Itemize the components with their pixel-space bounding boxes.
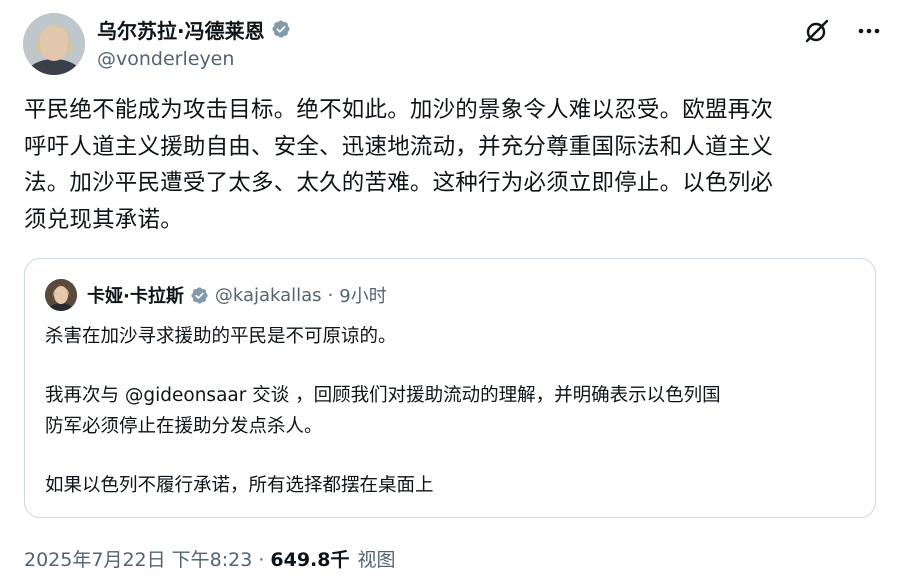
post-text-line: 呼吁人道主义援助自由、安全、迅速地流动，并充分尊重国际法和人道主义 xyxy=(24,133,774,160)
quoted-paragraph: 如果以色列不履行承诺，所有选择都摆在桌面上 xyxy=(45,475,434,496)
quoted-post-header: 卡娅·卡拉斯 @kajakallas · 9小时 xyxy=(45,279,387,311)
post-meta: 2025年7月22日 下午8:23 · 649.8千 视图 xyxy=(24,545,396,572)
verified-badge-icon xyxy=(272,20,290,38)
quoted-author-photo xyxy=(45,279,77,311)
quoted-author-avatar[interactable] xyxy=(45,279,77,311)
quoted-paragraph: 防军必须停止在援助分发点杀人。 xyxy=(45,416,323,437)
post: 乌尔苏拉·冯德莱恩 @vonderleyen 平民绝不能成为攻击目标。绝不如此。… xyxy=(0,0,908,584)
author-info: 乌尔苏拉·冯德莱恩 @vonderleyen xyxy=(97,16,291,70)
verified-badge-icon xyxy=(191,286,208,304)
post-text: 平民绝不能成为攻击目标。绝不如此。加沙的景象令人难以忍受。欧盟再次 呼吁人道主义… xyxy=(24,92,886,238)
post-actions xyxy=(802,16,884,46)
post-timestamp[interactable]: 2025年7月22日 下午8:23 xyxy=(24,545,252,572)
quoted-post-time[interactable]: 9小时 xyxy=(339,282,386,308)
quoted-paragraph: 我再次与 @gideonsaar 交谈 ，回顾我们对援助流动的理解，并明确表示以… xyxy=(45,385,721,406)
quoted-post[interactable]: 卡娅·卡拉斯 @kajakallas · 9小时 杀害在加沙寻求援助的平民是不可… xyxy=(24,258,876,518)
separator-dot: · xyxy=(258,549,265,571)
grok-button[interactable] xyxy=(802,16,832,46)
post-text-line: 法。加沙平民遭受了太多、太久的苦难。这种行为必须立即停止。以色列必 xyxy=(24,170,774,196)
author-avatar[interactable] xyxy=(23,13,85,75)
grok-icon xyxy=(805,19,829,43)
quoted-paragraph: 杀害在加沙寻求援助的平民是不可原谅的。 xyxy=(45,326,397,347)
post-text-line: 平民绝不能成为攻击目标。绝不如此。加沙的景象令人难以忍受。欧盟再次 xyxy=(24,97,774,123)
quoted-author-name[interactable]: 卡娅·卡拉斯 xyxy=(87,282,184,308)
author-handle[interactable]: @vonderleyen xyxy=(97,48,291,70)
more-button[interactable] xyxy=(854,16,884,46)
more-icon xyxy=(858,28,880,34)
separator-dot: · xyxy=(327,284,334,306)
quoted-post-text: 杀害在加沙寻求援助的平民是不可原谅的。 我再次与 @gideonsaar 交谈 … xyxy=(45,321,857,501)
author-photo xyxy=(23,13,85,75)
post-text-line: 须兑现其承诺。 xyxy=(24,206,183,233)
views-label: 视图 xyxy=(357,549,396,571)
views-count: 649.8千 xyxy=(270,549,350,571)
quoted-author-handle[interactable]: @kajakallas xyxy=(215,285,322,306)
author-name[interactable]: 乌尔苏拉·冯德莱恩 xyxy=(97,15,265,44)
